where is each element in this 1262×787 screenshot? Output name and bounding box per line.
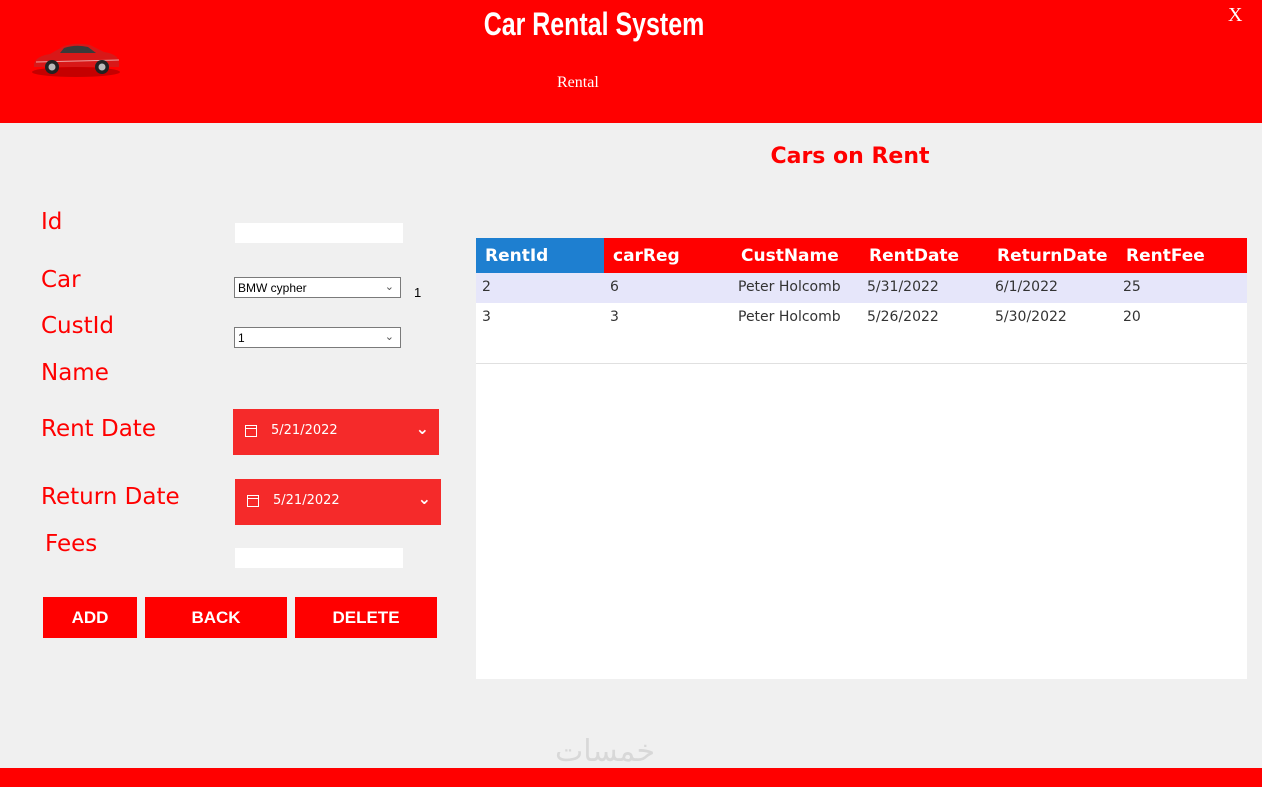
table-cell: Peter Holcomb — [738, 309, 841, 325]
table-row[interactable]: 2 6 Peter Holcomb 5/31/2022 6/1/2022 25 — [476, 273, 1247, 304]
table-row-empty[interactable] — [476, 333, 1247, 364]
close-button[interactable]: X — [1228, 4, 1242, 27]
id-label: Id — [41, 209, 63, 235]
rent-date-label: Rent Date — [41, 416, 156, 442]
delete-button[interactable]: DELETE — [295, 597, 437, 638]
header-bar: Car Rental System Rental X — [0, 0, 1262, 123]
calendar-icon — [247, 495, 259, 507]
fees-input[interactable] — [235, 548, 403, 568]
table-cell: 20 — [1123, 309, 1141, 325]
rent-date-picker[interactable]: 5/21/2022 ⌄ — [233, 409, 439, 455]
calendar-icon — [245, 425, 257, 437]
fees-label: Fees — [45, 531, 98, 557]
table-cell: 3 — [610, 309, 619, 325]
custid-select[interactable]: 1 ⌄ — [234, 327, 401, 348]
table-cell: Peter Holcomb — [738, 279, 841, 295]
car-side-value: 1 — [414, 285, 422, 300]
car-label: Car — [41, 267, 81, 293]
chevron-down-icon: ⌄ — [417, 489, 431, 508]
column-header-carreg[interactable]: carReg — [613, 246, 680, 266]
table-cell: 5/31/2022 — [867, 279, 939, 295]
chevron-down-icon: ⌄ — [384, 281, 394, 293]
table-cell: 5/26/2022 — [867, 309, 939, 325]
chevron-down-icon: ⌄ — [415, 419, 429, 438]
name-label: Name — [41, 360, 109, 386]
section-title: Cars on Rent — [770, 144, 930, 169]
page-subtitle: Rental — [557, 74, 599, 91]
rent-date-value: 5/21/2022 — [271, 423, 338, 438]
id-input[interactable] — [235, 223, 403, 243]
column-header-rentdate[interactable]: RentDate — [869, 246, 959, 266]
add-button[interactable]: ADD — [43, 597, 137, 638]
grid-header: RentId carReg CustName RentDate ReturnDa… — [476, 238, 1247, 273]
back-button[interactable]: BACK — [145, 597, 287, 638]
chevron-down-icon: ⌄ — [384, 331, 394, 343]
car-select-value: BMW cypher — [238, 281, 307, 295]
app-title: Car Rental System — [483, 6, 705, 42]
table-cell: 25 — [1123, 279, 1141, 295]
custid-select-value: 1 — [238, 331, 245, 345]
footer-bar — [0, 768, 1262, 787]
table-cell: 6 — [610, 279, 619, 295]
table-cell: 6/1/2022 — [995, 279, 1058, 295]
return-date-picker[interactable]: 5/21/2022 ⌄ — [235, 479, 441, 525]
custid-label: CustId — [41, 313, 115, 339]
table-cell: 5/30/2022 — [995, 309, 1067, 325]
column-header-returndate[interactable]: ReturnDate — [997, 246, 1108, 266]
table-cell: 3 — [482, 309, 491, 325]
watermark: خمسات — [555, 734, 656, 769]
car-select[interactable]: BMW cypher ⌄ — [234, 277, 401, 298]
table-cell: 2 — [482, 279, 491, 295]
return-date-value: 5/21/2022 — [273, 493, 340, 508]
column-header-rentid[interactable]: RentId — [485, 246, 548, 266]
column-header-custname[interactable]: CustName — [741, 246, 839, 266]
rentals-grid[interactable]: RentId carReg CustName RentDate ReturnDa… — [476, 238, 1247, 679]
table-row[interactable]: 3 3 Peter Holcomb 5/26/2022 5/30/2022 20 — [476, 303, 1247, 334]
car-logo-icon — [32, 43, 120, 77]
return-date-label: Return Date — [41, 484, 180, 510]
column-header-rentfee[interactable]: RentFee — [1126, 246, 1205, 266]
